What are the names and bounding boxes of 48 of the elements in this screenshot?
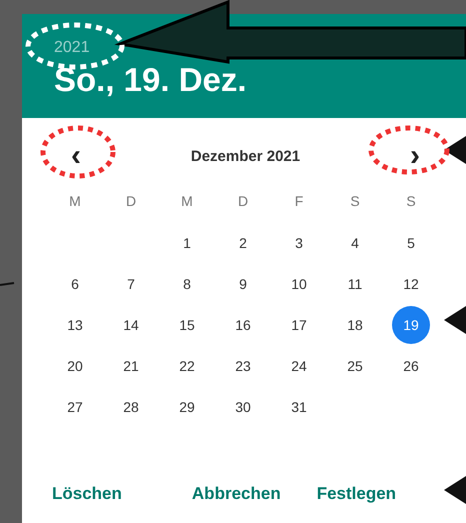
day-button[interactable]: 11	[336, 264, 374, 302]
day-button[interactable]: 23	[224, 346, 262, 384]
weekday-label: D	[124, 193, 138, 209]
selected-date: So., 19. Dez.	[54, 60, 247, 100]
day-button[interactable]: 13	[56, 306, 94, 344]
day-button[interactable]: 21	[112, 346, 150, 384]
weekday-label: S	[349, 193, 361, 209]
day-button[interactable]: 14	[112, 306, 150, 344]
day-button[interactable]: 28	[112, 388, 150, 426]
day-button[interactable]: 9	[224, 264, 262, 302]
annotation-arrow	[444, 476, 466, 504]
day-button[interactable]: 25	[336, 346, 374, 384]
day-button[interactable]: 24	[280, 346, 318, 384]
day-button[interactable]: 30	[224, 388, 262, 426]
day-button[interactable]: 17	[280, 306, 318, 344]
next-month-button[interactable]: ›	[406, 141, 424, 171]
dialog-action-button[interactable]: Löschen	[44, 484, 130, 504]
weekday-label: D	[236, 193, 250, 209]
day-button[interactable]: 27	[56, 388, 94, 426]
day-button[interactable]: 10	[280, 264, 318, 302]
weekday-label: F	[294, 193, 304, 209]
day-button[interactable]: 6	[56, 264, 94, 302]
day-button[interactable]: 2	[224, 224, 262, 262]
day-button[interactable]: 26	[392, 346, 430, 384]
day-button[interactable]: 20	[56, 346, 94, 384]
day-button[interactable]: 16	[224, 306, 262, 344]
weekday-label: S	[405, 193, 417, 209]
annotation-arrow	[444, 306, 466, 334]
dialog-action-button[interactable]: Festlegen	[308, 484, 404, 504]
day-button[interactable]: 5	[392, 224, 430, 262]
day-button[interactable]: 29	[168, 388, 206, 426]
annotation-arrow	[444, 136, 466, 164]
day-button[interactable]: 15	[168, 306, 206, 344]
day-button[interactable]: 4	[336, 224, 374, 262]
day-button[interactable]: 7	[112, 264, 150, 302]
day-button[interactable]: 3	[280, 224, 318, 262]
day-button[interactable]: 12	[392, 264, 430, 302]
weekday-label: M	[180, 193, 194, 209]
day-button[interactable]: 22	[168, 346, 206, 384]
previous-month-button[interactable]: ‹	[67, 141, 85, 171]
day-button[interactable]: 19	[392, 306, 430, 344]
dialog-action-button[interactable]: Abbrechen	[184, 484, 289, 504]
day-button[interactable]: 1	[168, 224, 206, 262]
month-title: Dezember 2021	[190, 148, 300, 164]
day-button[interactable]: 8	[168, 264, 206, 302]
weekday-label: M	[68, 193, 82, 209]
day-button[interactable]: 31	[280, 388, 318, 426]
day-button[interactable]: 18	[336, 306, 374, 344]
